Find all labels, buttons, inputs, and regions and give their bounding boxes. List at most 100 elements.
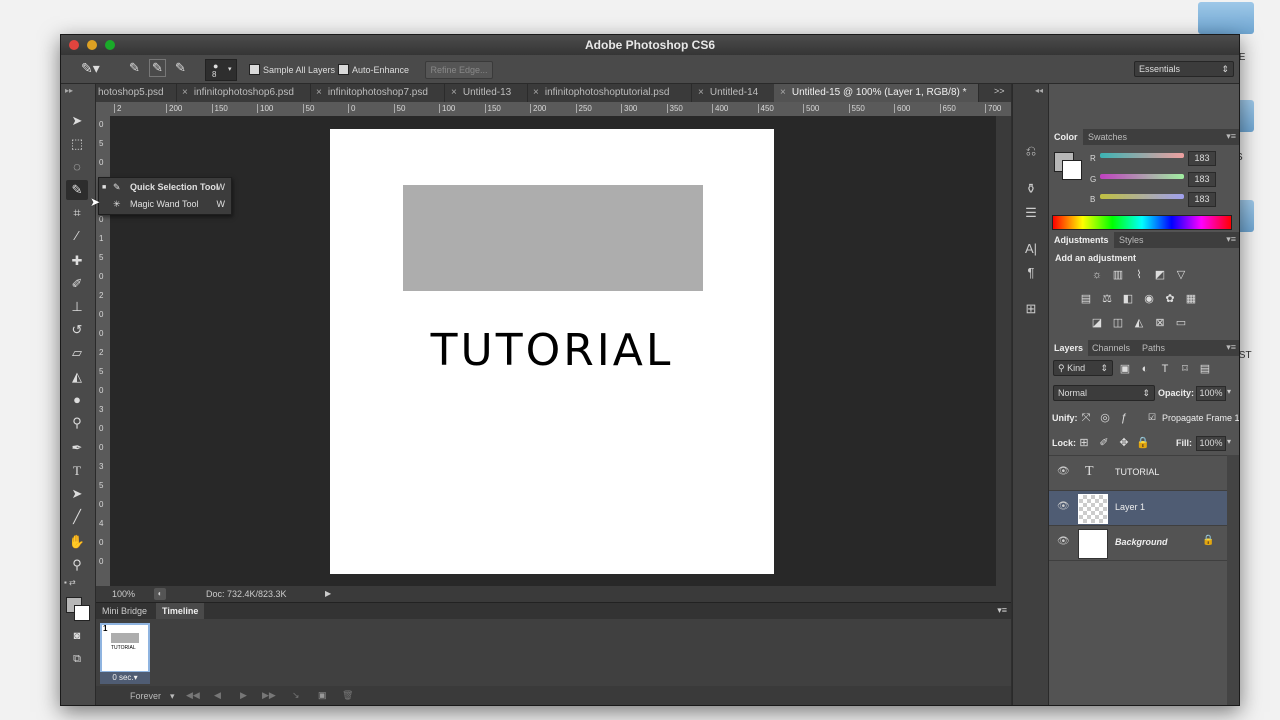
photo-filter-icon[interactable]: ◉ bbox=[1141, 292, 1157, 306]
delete-frame-icon[interactable]: 🗑 bbox=[342, 690, 353, 701]
fill-value[interactable]: 100% bbox=[1196, 436, 1226, 451]
filter-smart-object-icon[interactable]: ▤ bbox=[1197, 362, 1213, 376]
dock-collapse-icon[interactable]: ◂◂ bbox=[1035, 86, 1043, 95]
green-slider[interactable] bbox=[1100, 174, 1184, 179]
chevron-down-icon[interactable]: ▾ bbox=[1227, 387, 1231, 396]
filter-shape-icon[interactable]: ⌑ bbox=[1177, 362, 1193, 376]
screen-mode-icon[interactable]: ⧉ bbox=[66, 649, 88, 669]
type-tool-icon[interactable]: T bbox=[66, 461, 88, 481]
lock-transparent-icon[interactable]: ⊞ bbox=[1076, 436, 1092, 450]
filter-adjustment-icon[interactable]: ◐ bbox=[1137, 362, 1153, 376]
panel-menu-icon[interactable]: ▾≡ bbox=[1226, 342, 1236, 353]
unify-visibility-icon[interactable]: ◎ bbox=[1097, 411, 1113, 425]
animation-frame[interactable]: 1 TUTORIAL bbox=[100, 623, 150, 673]
threshold-icon[interactable]: ◭ bbox=[1131, 316, 1147, 330]
unify-style-icon[interactable]: ƒ bbox=[1116, 411, 1132, 425]
previous-frame-icon[interactable]: ◀ bbox=[214, 690, 221, 701]
tab-document[interactable]: × infinitophotoshoptutorial.psd bbox=[527, 84, 692, 102]
zoom-window-button[interactable] bbox=[105, 40, 115, 50]
layer-comps-icon[interactable]: ⊞ bbox=[1022, 300, 1040, 318]
filter-type-icon[interactable]: T bbox=[1157, 362, 1173, 376]
close-tab-icon[interactable]: × bbox=[316, 87, 322, 98]
desktop-folder-icon[interactable] bbox=[1198, 2, 1254, 34]
toolbar-collapse-icon[interactable]: ▸▸ bbox=[65, 86, 73, 95]
blue-value[interactable]: 183 bbox=[1188, 192, 1216, 207]
lock-position-icon[interactable]: ✥ bbox=[1116, 436, 1132, 450]
layer-row-tutorial[interactable]: 👁 T TUTORIAL bbox=[1049, 456, 1227, 491]
tab-timeline[interactable]: Timeline bbox=[156, 603, 205, 619]
brush-presets-icon[interactable]: ⚱ bbox=[1022, 180, 1040, 198]
tabs-overflow-icon[interactable]: >> bbox=[994, 86, 1005, 96]
frame-delay[interactable]: 0 sec.▾ bbox=[100, 672, 150, 684]
blend-mode-select[interactable]: Normal ⇕ bbox=[1053, 385, 1155, 401]
color-balance-icon[interactable]: ⚖ bbox=[1099, 292, 1115, 306]
lasso-tool-icon[interactable]: ◌ bbox=[66, 157, 88, 177]
paint-bucket-tool-icon[interactable]: ◭ bbox=[66, 367, 88, 387]
clone-stamp-tool-icon[interactable]: ⊥ bbox=[66, 297, 88, 317]
menu-item-magic-wand[interactable]: ✳ Magic Wand Tool W bbox=[99, 196, 231, 213]
brush-size-picker[interactable]: ● 8 ▾ bbox=[205, 59, 237, 81]
sample-all-layers-checkbox[interactable] bbox=[249, 64, 260, 75]
tab-layers[interactable]: Layers bbox=[1049, 340, 1089, 356]
channel-mixer-icon[interactable]: ✿ bbox=[1162, 292, 1178, 306]
workspace-select[interactable]: Essentials ⇕ bbox=[1134, 61, 1234, 77]
tab-paths[interactable]: Paths bbox=[1137, 340, 1170, 356]
chevron-down-icon[interactable]: ▾ bbox=[1227, 437, 1231, 446]
tab-document[interactable]: × Untitled-13 bbox=[445, 84, 528, 102]
new-selection-icon[interactable]: ✎ bbox=[129, 60, 140, 76]
close-tab-icon[interactable]: × bbox=[533, 87, 539, 98]
vertical-scrollbar[interactable] bbox=[996, 116, 1011, 586]
first-frame-icon[interactable]: ◀◀ bbox=[186, 690, 200, 701]
add-to-selection-icon[interactable]: ✎ bbox=[149, 59, 166, 77]
tab-document[interactable]: × infinitophotoshop7.psd bbox=[310, 84, 445, 102]
close-tab-icon[interactable]: × bbox=[698, 87, 704, 98]
exposure-icon[interactable]: ◩ bbox=[1152, 268, 1168, 282]
panel-menu-icon[interactable]: ▾≡ bbox=[1226, 234, 1236, 245]
lock-all-icon[interactable]: 🔒 bbox=[1135, 436, 1151, 450]
loop-select[interactable]: Forever bbox=[130, 691, 161, 701]
green-value[interactable]: 183 bbox=[1188, 172, 1216, 187]
color-spectrum-ramp[interactable] bbox=[1052, 215, 1232, 230]
status-menu-arrow-icon[interactable]: ▶ bbox=[325, 586, 331, 602]
marquee-tool-icon[interactable]: ⬚ bbox=[66, 134, 88, 154]
layer-row-layer-1[interactable]: 👁 Layer 1 bbox=[1049, 491, 1227, 526]
default-colors-icon[interactable]: ▪ ⇄ bbox=[64, 578, 76, 587]
pen-tool-icon[interactable]: ✒ bbox=[66, 438, 88, 458]
tab-styles[interactable]: Styles bbox=[1114, 232, 1149, 248]
tab-swatches[interactable]: Swatches bbox=[1083, 129, 1132, 145]
tab-active-document[interactable]: × Untitled-15 @ 100% (Layer 1, RGB/8) * bbox=[774, 84, 979, 102]
selective-color-icon[interactable]: ⊠ bbox=[1152, 316, 1168, 330]
blue-slider[interactable] bbox=[1100, 194, 1184, 199]
minimize-window-button[interactable] bbox=[87, 40, 97, 50]
unify-position-icon[interactable]: ⤧ bbox=[1078, 411, 1094, 425]
move-tool-icon[interactable]: ➤ bbox=[66, 111, 88, 131]
hand-tool-icon[interactable]: ✋ bbox=[66, 532, 88, 552]
black-white-icon[interactable]: ◧ bbox=[1120, 292, 1136, 306]
gradient-map-icon[interactable]: ▭ bbox=[1173, 316, 1189, 330]
red-slider[interactable] bbox=[1100, 153, 1184, 158]
canvas-area[interactable]: TUTORIAL bbox=[110, 116, 1011, 586]
background-color-chip[interactable] bbox=[1062, 160, 1082, 180]
path-selection-tool-icon[interactable]: ➤ bbox=[66, 484, 88, 504]
dodge-tool-icon[interactable]: ⚲ bbox=[66, 413, 88, 433]
line-tool-icon[interactable]: ╱ bbox=[66, 507, 88, 527]
panel-menu-icon[interactable]: ▾≡ bbox=[997, 605, 1007, 616]
eyedropper-tool-icon[interactable]: ⁄ bbox=[66, 226, 88, 246]
opacity-value[interactable]: 100% bbox=[1196, 386, 1226, 401]
lock-image-icon[interactable]: ✐ bbox=[1096, 436, 1112, 450]
layer-row-background[interactable]: 👁 Background 🔒 bbox=[1049, 526, 1227, 561]
brightness-contrast-icon[interactable]: ☼ bbox=[1089, 268, 1105, 282]
layers-scrollbar[interactable] bbox=[1227, 455, 1239, 705]
visibility-eye-icon[interactable]: 👁 bbox=[1057, 536, 1070, 547]
zoom-tool-icon[interactable]: ⚲ bbox=[66, 555, 88, 575]
propagate-checkbox[interactable]: ☑ bbox=[1148, 412, 1156, 423]
tool-preset-icon[interactable]: ✎▾ bbox=[81, 60, 100, 77]
visibility-eye-icon[interactable]: 👁 bbox=[1057, 501, 1070, 512]
vibrance-icon[interactable]: ▽ bbox=[1173, 268, 1189, 282]
auto-enhance-checkbox[interactable] bbox=[338, 64, 349, 75]
blur-tool-icon[interactable]: ● bbox=[66, 390, 88, 410]
status-info-icon[interactable]: ◐ bbox=[154, 588, 166, 600]
subtract-from-selection-icon[interactable]: ✎ bbox=[175, 60, 186, 76]
tab-color[interactable]: Color bbox=[1049, 129, 1083, 145]
tab-document[interactable]: × Untitled-14 bbox=[692, 84, 775, 102]
